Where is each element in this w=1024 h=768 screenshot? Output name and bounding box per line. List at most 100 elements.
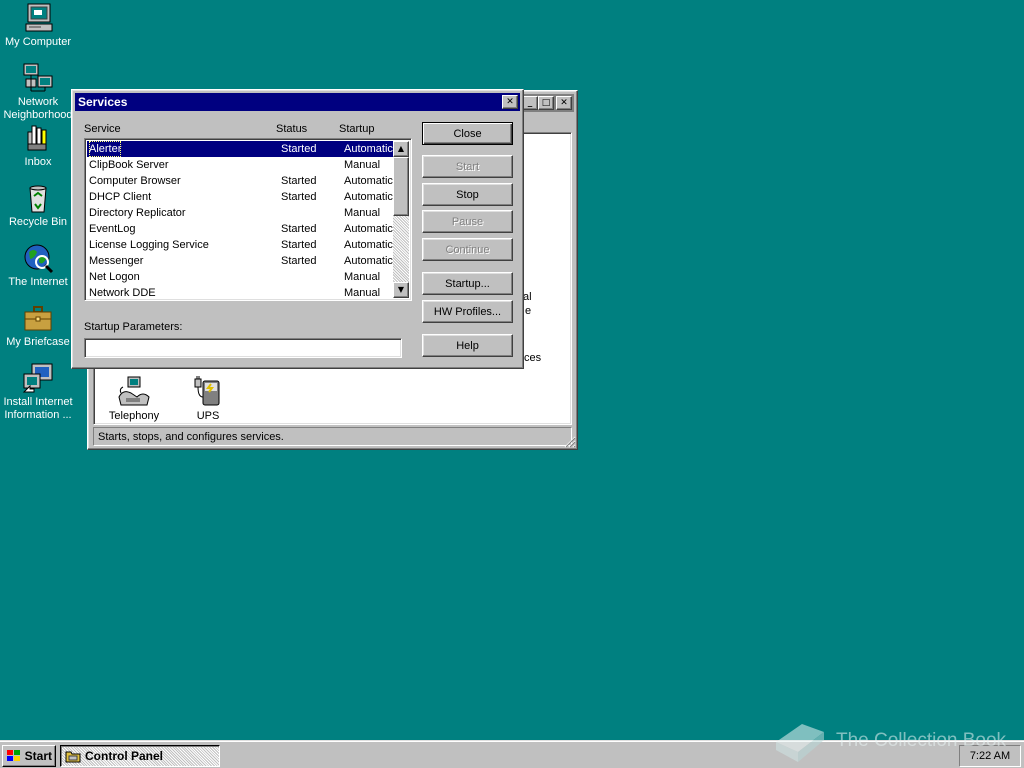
service-row[interactable]: ClipBook Server Manual [87,157,394,173]
service-row[interactable]: Network DDE Manual [87,285,394,298]
control-panel-folder-icon [65,751,81,763]
desktop-icon-label: Network Neighborhood [3,96,73,121]
service-row[interactable]: License Logging Service Started Automati… [87,237,394,253]
desktop-icon-inbox[interactable]: Inbox [0,122,76,169]
service-startup: Automatic [344,255,393,267]
scroll-thumb[interactable] [393,157,409,216]
taskbar-item-label: Control Panel [85,749,164,763]
startup-parameters-label: Startup Parameters: [84,321,183,333]
control-panel-window-controls: _ □ ✕ [522,96,572,110]
service-row[interactable]: DHCP Client Started Automatic [87,189,394,205]
help-button[interactable]: Help [422,334,513,357]
internet-icon [24,244,54,274]
ups-icon [194,376,220,406]
desktop-icon-network-neighborhood[interactable]: Network Neighborhood [0,62,76,122]
maximize-button[interactable]: □ [538,96,554,110]
close-button[interactable]: ✕ [556,96,572,110]
service-status: Started [281,223,317,235]
arrow-down-icon: ▼ [397,285,405,294]
telephony-icon [118,376,150,406]
desktop-icon-label: Inbox [24,156,52,168]
service-name: Net Logon [89,271,140,283]
service-startup: Automatic [344,191,393,203]
column-header-label: Service [84,123,121,135]
start-button[interactable]: Start [422,155,513,178]
scroll-up-button[interactable]: ▲ [393,141,409,157]
close-dialog-button[interactable]: Close [422,122,513,145]
control-panel-statusbar: Starts, stops, and configures services. [93,427,572,446]
service-startup: Automatic [344,175,393,187]
install-icon [22,363,53,393]
startup-button[interactable]: Startup... [422,272,513,295]
desktop-icon-label: Install Internet Information ... [3,396,73,421]
minimize-button[interactable]: _ [522,96,538,110]
control-panel-item-telephony[interactable]: Telephony [94,375,174,422]
services-dialog[interactable]: Services ✕ Service Status Startup Alerte… [71,89,524,369]
resize-grip-icon[interactable] [564,436,576,448]
service-row[interactable]: EventLog Started Automatic [87,221,394,237]
service-status: Started [281,175,317,187]
my-computer-icon [25,3,53,32]
scroll-down-button[interactable]: ▼ [393,282,409,298]
service-row[interactable]: Directory Replicator Manual [87,205,394,221]
startup-parameters-input[interactable] [84,338,402,358]
desktop-icon-my-briefcase[interactable]: My Briefcase [0,302,76,349]
services-list[interactable]: Alerter Started Automatic ClipBook Serve… [84,138,412,301]
stop-button[interactable]: Stop [422,183,513,206]
service-name: Alerter [89,141,122,157]
column-header-status: Status [276,123,307,135]
clock[interactable]: 7:22 AM [970,750,1010,762]
inbox-icon [27,125,47,151]
desktop-icon-label: My Briefcase [6,336,70,348]
continue-button[interactable]: Continue [422,238,513,261]
status-text: Starts, stops, and configures services. [98,431,284,443]
arrow-up-icon: ▲ [397,144,405,153]
pause-button[interactable]: Pause [422,210,513,233]
services-titlebar[interactable]: Services ✕ [75,93,520,111]
column-header-label: Startup [339,123,375,135]
service-name: ClipBook Server [89,159,169,171]
close-icon: ✕ [506,96,514,107]
service-name: EventLog [89,223,136,235]
service-startup: Automatic [344,143,393,155]
services-list-rows: Alerter Started Automatic ClipBook Serve… [87,141,394,298]
control-panel-item-label: Telephony [108,410,160,422]
service-status: Started [281,143,317,155]
service-startup: Manual [344,271,381,283]
maximize-icon: □ [541,97,551,108]
recycle-bin-icon [29,185,47,213]
desktop-icon-label: Recycle Bin [8,216,68,228]
system-tray: 7:22 AM [959,745,1021,767]
service-startup: Automatic [344,223,393,235]
service-startup: Manual [344,287,381,298]
desktop-icon-label: My Computer [4,36,72,48]
service-name: License Logging Service [89,239,209,251]
taskbar-item-control-panel[interactable]: Control Panel [60,745,220,767]
partial-item-label: ces [524,352,542,364]
service-name: Network DDE [89,287,156,298]
service-status: Started [281,239,317,251]
service-row[interactable]: Alerter Started Automatic [87,141,394,157]
hw-profiles-button[interactable]: HW Profiles... [422,300,513,323]
start-label: Start [24,749,52,763]
service-name: DHCP Client [89,191,152,203]
network-neighborhood-icon [23,63,53,92]
desktop-icon-the-internet[interactable]: The Internet [0,242,76,289]
desktop-icon-my-computer[interactable]: My Computer [0,2,76,49]
service-row[interactable]: Net Logon Manual [87,269,394,285]
desktop-icon-recycle-bin[interactable]: Recycle Bin [0,182,76,229]
control-panel-item-ups[interactable]: UPS [168,375,248,422]
service-row[interactable]: Messenger Started Automatic [87,253,394,269]
desktop-icon-label: The Internet [8,276,68,288]
desktop-icon-install-internet-information[interactable]: Install Internet Information ... [0,362,76,422]
dialog-close-button[interactable]: ✕ [502,95,518,109]
start-button[interactable]: Start [2,745,56,767]
taskbar: Start Control Panel 7:22 AM [0,740,1024,768]
services-list-scrollbar[interactable]: ▲ ▼ [393,141,409,298]
service-name: Directory Replicator [89,207,186,219]
partial-item-label: al [523,291,532,303]
service-status: Started [281,255,317,267]
service-row[interactable]: Computer Browser Started Automatic [87,173,394,189]
service-startup: Automatic [344,239,393,251]
service-startup: Manual [344,159,381,171]
